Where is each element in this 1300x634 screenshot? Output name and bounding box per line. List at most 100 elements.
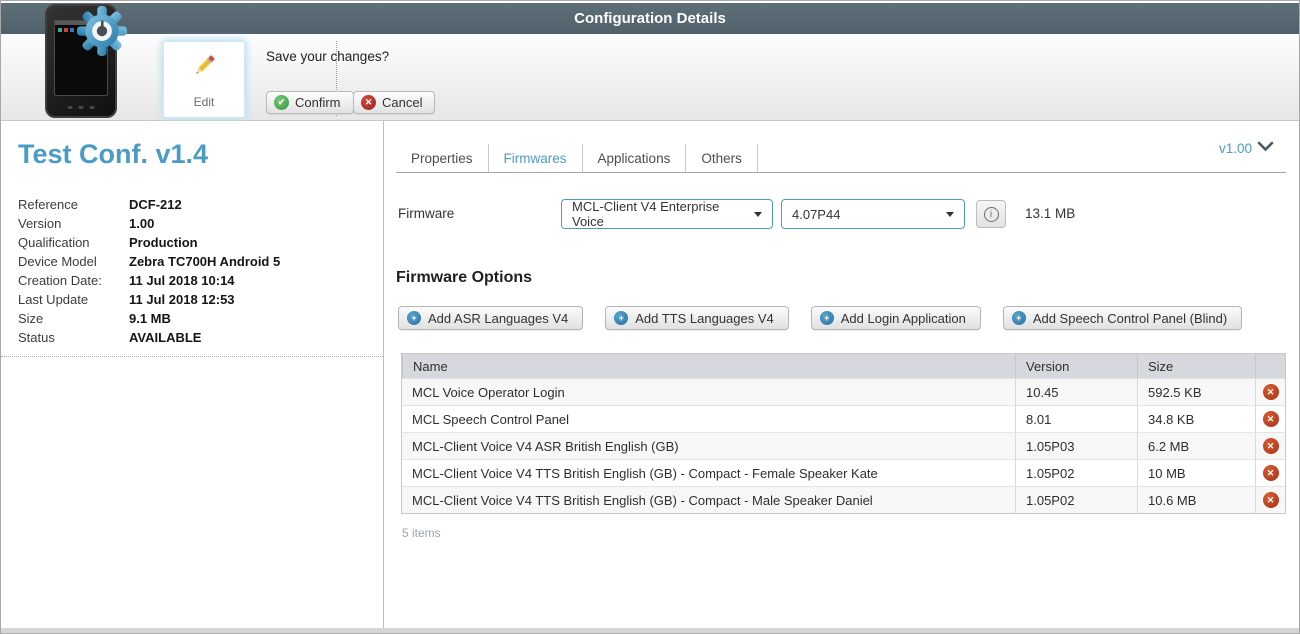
property-row-creation-date: Creation Date: 11 Jul 2018 10:14 — [18, 271, 373, 290]
cell-name: MCL-Client Voice V4 TTS British English … — [412, 465, 878, 481]
version-dropdown[interactable]: v1.00 — [1219, 139, 1274, 157]
delete-row-button[interactable]: ✕ — [1262, 411, 1279, 427]
tab-firmwares[interactable]: Firmwares — [489, 144, 583, 172]
configuration-title: Test Conf. v1.4 — [18, 139, 209, 169]
column-header-size: Size — [1137, 354, 1255, 378]
device-app-icons — [58, 28, 74, 32]
cell-name: MCL Speech Control Panel — [412, 411, 570, 427]
firmware-selector-row: Firmware MCL-Client V4 Enterprise Voice … — [398, 199, 1286, 229]
cell-version: 1.05P02 — [1015, 460, 1137, 486]
property-label: Last Update — [18, 292, 89, 307]
property-row-reference: Reference DCF-212 — [18, 195, 373, 214]
button-label: Add Speech Control Panel (Blind) — [1032, 310, 1228, 326]
column-header-version: Version — [1015, 354, 1137, 378]
gear-icon — [77, 6, 127, 61]
bottom-border-strip — [1, 628, 1299, 633]
property-value: DCF-212 — [129, 197, 182, 212]
cancel-button[interactable]: ✕ Cancel — [353, 91, 436, 114]
tab-properties[interactable]: Properties — [396, 144, 489, 172]
table-row: MCL Voice Operator Login 10.45 592.5 KB … — [402, 378, 1285, 405]
firmware-options-heading: Firmware Options — [396, 269, 533, 286]
confirm-button-label: Confirm — [295, 95, 341, 110]
button-label: Add ASR Languages V4 — [428, 310, 569, 326]
cell-version: 1.05P03 — [1015, 433, 1137, 459]
table-row: MCL Speech Control Panel 8.01 34.8 KB ✕ — [402, 405, 1285, 432]
main-content: Properties Firmwares Applications Others… — [385, 121, 1299, 629]
property-row-status: Status AVAILABLE — [18, 328, 373, 347]
property-row-size: Size 9.1 MB — [18, 309, 373, 328]
firmware-version-select[interactable]: 4.07P44 — [781, 199, 965, 229]
plus-circle-icon: + — [1011, 311, 1026, 325]
property-row-version: Version 1.00 — [18, 214, 373, 233]
button-label: Add TTS Languages V4 — [635, 310, 774, 326]
table-row: MCL-Client Voice V4 TTS British English … — [402, 459, 1285, 486]
property-label: Device Model — [18, 254, 97, 269]
cell-size: 10 MB — [1137, 460, 1255, 486]
version-dropdown-value: v1.00 — [1218, 140, 1252, 156]
check-circle-icon: ✔ — [274, 95, 289, 110]
device-home-buttons — [67, 106, 95, 109]
tab-applications[interactable]: Applications — [583, 144, 687, 172]
firmware-product-value: MCL-Client V4 Enterprise Voice — [572, 199, 720, 229]
property-label: Reference — [18, 197, 78, 212]
app-icon — [58, 28, 62, 32]
edit-button[interactable]: Edit — [163, 41, 245, 118]
column-header-actions — [1255, 354, 1285, 378]
property-label: Qualification — [18, 235, 90, 250]
firmware-info-button[interactable]: i — [976, 200, 1006, 228]
button-label: Add Login Application — [840, 310, 966, 326]
app-icon — [70, 28, 74, 32]
property-label: Status — [18, 330, 55, 345]
firmware-size-text: 13.1 MB — [1025, 206, 1076, 221]
configuration-details-window: Configuration Details Edit Save your cha… — [0, 0, 1300, 634]
cell-size: 34.8 KB — [1137, 406, 1255, 432]
add-login-application-button[interactable]: + Add Login Application — [810, 306, 981, 330]
pencil-icon — [191, 52, 218, 84]
property-value: 11 Jul 2018 10:14 — [129, 273, 235, 288]
tab-others[interactable]: Others — [686, 144, 758, 172]
info-icon: i — [983, 206, 999, 222]
cell-size: 6.2 MB — [1137, 433, 1255, 459]
firmware-field-label: Firmware — [398, 206, 455, 221]
configuration-summary-panel: Test Conf. v1.4 Reference DCF-212 Versio… — [1, 121, 384, 629]
firmware-version-value: 4.07P44 — [792, 206, 841, 222]
table-row: MCL-Client Voice V4 TTS British English … — [402, 486, 1285, 513]
x-circle-icon: ✕ — [361, 95, 376, 110]
cell-size: 592.5 KB — [1137, 379, 1255, 405]
delete-row-button[interactable]: ✕ — [1262, 384, 1279, 400]
property-label: Size — [18, 311, 44, 326]
column-header-name: Name — [402, 354, 1015, 378]
select-caret-icon — [946, 211, 954, 217]
property-label: Creation Date: — [18, 273, 102, 288]
cancel-button-label: Cancel — [382, 95, 423, 110]
property-label: Version — [18, 216, 62, 231]
delete-row-button[interactable]: ✕ — [1262, 465, 1279, 481]
add-asr-languages-button[interactable]: + Add ASR Languages V4 — [398, 306, 584, 330]
app-icon — [64, 28, 68, 32]
page-title: Configuration Details — [574, 10, 726, 27]
window-titlebar: Configuration Details — [1, 3, 1299, 34]
add-speech-control-panel-button[interactable]: + Add Speech Control Panel (Blind) — [1002, 306, 1243, 330]
firmware-product-select[interactable]: MCL-Client V4 Enterprise Voice — [561, 199, 773, 229]
property-value: 11 Jul 2018 12:53 — [129, 292, 235, 307]
table-row: MCL-Client Voice V4 ASR British English … — [402, 432, 1285, 459]
cell-name: MCL Voice Operator Login — [412, 384, 565, 400]
cell-size: 10.6 MB — [1137, 487, 1255, 513]
property-value: 1.00 — [129, 216, 155, 231]
select-caret-icon — [754, 211, 762, 217]
plus-circle-icon: + — [407, 311, 421, 325]
property-list: Reference DCF-212 Version 1.00 Qualifica… — [18, 195, 373, 347]
cell-version: 10.45 — [1015, 379, 1137, 405]
firmware-options-table: Name Version Size MCL Voice Operator Log… — [401, 353, 1286, 514]
add-tts-languages-button[interactable]: + Add TTS Languages V4 — [605, 306, 789, 330]
status-badge: AVAILABLE — [129, 330, 202, 345]
chevron-down-icon — [1257, 139, 1274, 157]
panel-dotted-separator — [1, 356, 383, 357]
confirm-button[interactable]: ✔ Confirm — [266, 91, 354, 114]
cell-version: 1.05P02 — [1015, 487, 1137, 513]
property-row-last-update: Last Update 11 Jul 2018 12:53 — [18, 290, 373, 309]
delete-row-button[interactable]: ✕ — [1262, 438, 1279, 454]
plus-circle-icon: + — [614, 311, 629, 325]
delete-row-button[interactable]: ✕ — [1262, 492, 1279, 508]
table-header-row: Name Version Size — [402, 354, 1285, 378]
